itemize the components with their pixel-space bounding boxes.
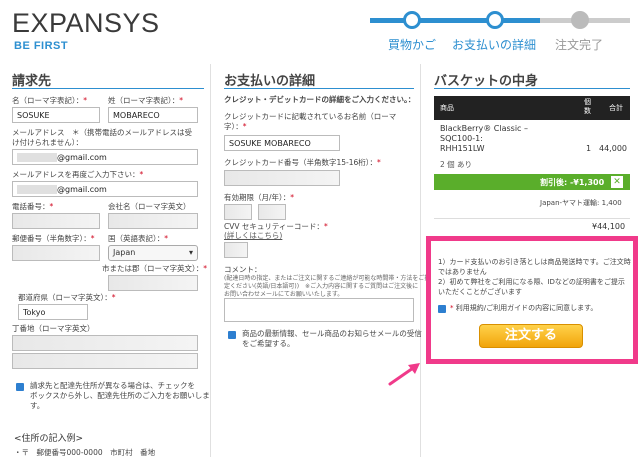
total-divider [434,218,630,219]
zip-input[interactable] [12,245,100,261]
step-label-cart[interactable]: 買物かご [388,36,436,53]
company-label: 会社名（ローマ字英文） [108,202,191,211]
place-order-button[interactable]: 注文する [479,324,583,348]
shipping-cost: Japan-ヤマト運輸: 1,400 [540,199,622,207]
lastname-input[interactable]: SOSUKE [12,107,100,123]
lastname-label: 名（ローマ字表記）：* [12,96,87,105]
progress-bar-done [370,18,540,23]
phone-input[interactable] [12,213,100,229]
basket-table-header: 商品 個数 合計 [434,96,630,120]
column-divider [420,64,421,457]
phone-label: 電話番号：* [12,202,54,211]
terms-label: * 利用規約/ご利用ガイドの内容に同意します。 [450,304,598,312]
cardnumber-input[interactable] [224,170,340,186]
logo[interactable]: EXPANSYS [12,8,160,39]
email-confirm-label: メールアドレスを再度ご入力下さい：* [12,170,144,179]
firstname-input[interactable]: MOBARECO [108,107,198,123]
city-input[interactable] [108,275,198,291]
newsletter-label: 商品の最新情報、セール商品のお知らせメールの受信 をご希望する。 [242,329,422,348]
cardname-label: クレジットカードに記載されているお名前（ローマ [224,112,397,121]
stock-status: 2 個 あり [440,160,473,169]
firstname-label: 姓（ローマ字表記）：* [108,96,183,105]
payment-title: お支払いの詳細 [224,74,316,89]
city-label: 市または郡（ローマ字英文）：* [102,264,207,273]
street-input-1[interactable] [12,335,198,351]
address-example-heading: <住所の記入例> [14,434,84,444]
cardname-label-cont: 字）：* [224,122,247,131]
discount-amount: 割引後: -¥1,300 [540,178,605,187]
total-amount: ¥44,100 [592,222,626,231]
basket-title-rule [434,88,630,89]
street-input-2[interactable] [12,353,198,369]
col-total: 合計 [609,104,623,112]
basket-item-price: 44,000 [599,144,627,153]
order-notes: 1）カード支払いのお引き落としは商品発送時です。ご注文時 ではありません 2）初… [438,258,631,296]
cardnumber-label: クレジットカード番号（半角数字15-16桁）：* [224,158,381,167]
email-label-cont: け付けられません）： [12,138,84,147]
cvv-input[interactable] [224,242,248,258]
col-product: 商品 [440,104,454,112]
terms-checkbox[interactable] [438,305,446,313]
discount-bar: 割引後: -¥1,300 ✕ [434,174,630,190]
step-label-complete: 注文完了 [555,38,604,52]
billing-title: 請求先 [12,74,52,89]
remove-discount-button[interactable]: ✕ [610,175,624,189]
cvv-help-link[interactable]: (詳しくはこちら) [224,231,282,241]
step-dot-complete [571,11,589,29]
basket-title: バスケットの中身 [434,74,539,89]
step-label-payment: お支払いの詳細 [452,38,537,52]
billing-title-rule [12,88,204,89]
zip-label: 郵便番号（半角数字）：* [12,234,95,243]
street-label: 丁番地（ローマ字英文） [12,324,95,333]
tagline: BE FIRST [14,40,69,52]
company-input[interactable] [108,213,198,229]
comment-label: コメント： [224,265,262,274]
country-label: 国（英語表記）：* [108,234,168,243]
same-address-checkbox[interactable] [16,383,24,391]
cardname-input[interactable]: SOSUKE MOBARECO [224,135,340,151]
country-select[interactable]: Japan ▾ [108,245,198,261]
column-divider [210,64,211,457]
comment-hint: (配達日時の指定、またはご注文に関するご連絡が可能な時間帯・方法をご指 定くださ… [224,275,431,298]
email-label: メールアドレス ＊（携帯電話のメールアドレスは受 [12,128,192,137]
newsletter-checkbox[interactable] [228,331,236,339]
expiry-year-select[interactable] [258,204,286,220]
address-example-text: ・〒 郵便番号000-0000 市町村 番地 [14,448,156,457]
basket-item-name[interactable]: BlackBerry® Classic – SQC100-1: RHH151LW [440,124,528,154]
step-dot-payment [486,11,504,29]
chevron-down-icon: ▾ [188,248,193,257]
payment-intro: クレジット・デビットカードの詳細をご入力ください。： [224,95,416,104]
payment-title-rule [224,88,414,89]
shipping-note: 請求先と配達先住所が異なる場合は、チェックを ボックスから外し、配達先住所のご入… [30,381,210,410]
email-input[interactable]: @gmail.com [12,149,198,165]
expiry-label: 有効期限（月/年）：* [224,193,295,202]
basket-item-qty: 1 [586,144,592,153]
expiry-month-select[interactable] [224,204,252,220]
comment-textarea[interactable] [224,298,414,322]
prefecture-label: 都道府県（ローマ字英文）：* [18,293,116,302]
step-dot-cart [403,11,421,29]
prefecture-input[interactable]: Tokyo [18,304,88,320]
col-qty: 個数 [584,98,591,115]
email-confirm-input[interactable]: @gmail.com [12,181,198,197]
pointer-arrow-icon [388,363,420,386]
